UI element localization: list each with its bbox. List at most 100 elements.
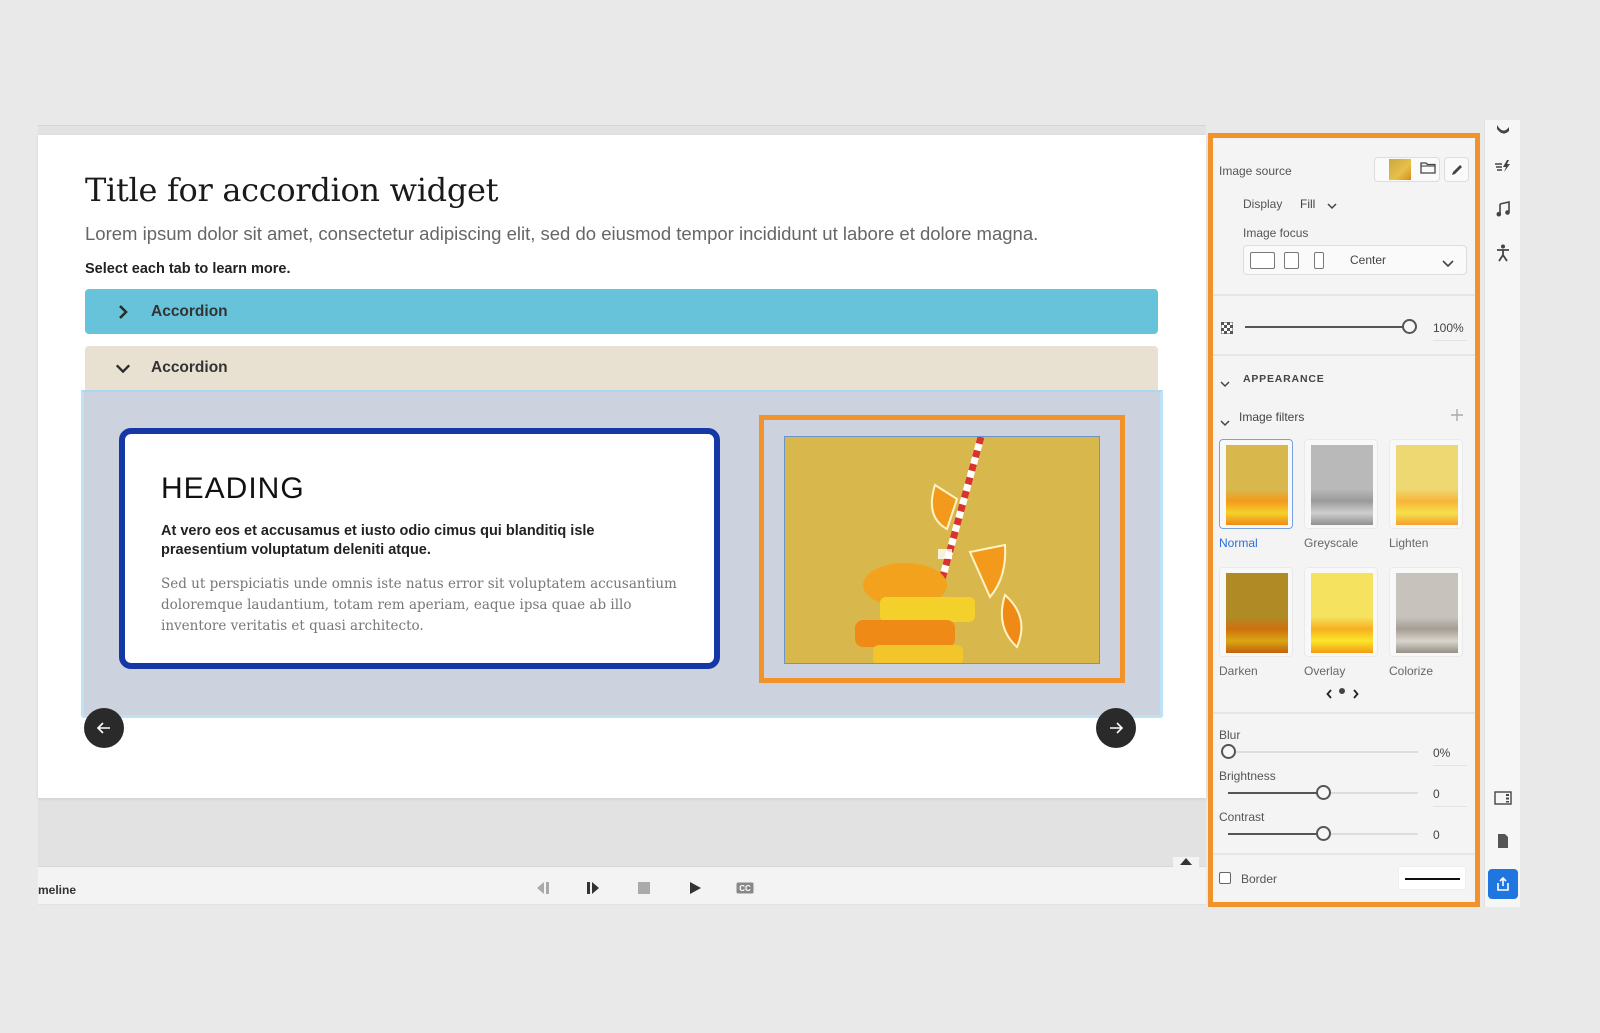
step-back-button[interactable] <box>534 880 552 896</box>
brightness-value[interactable]: 0 <box>1433 787 1440 801</box>
opacity-slider-thumb[interactable] <box>1401 319 1417 334</box>
display-label: Display <box>1243 197 1283 211</box>
filter-label: Lighten <box>1389 536 1429 550</box>
filter-darken[interactable] <box>1219 567 1293 657</box>
chevron-down-icon <box>115 360 131 376</box>
opacity-icon <box>1220 321 1234 339</box>
chevron-down-icon[interactable] <box>1220 375 1230 393</box>
timeline-bar: meline CC <box>38 857 1206 904</box>
document-icon[interactable] <box>1493 831 1513 851</box>
value-underline <box>1433 340 1467 341</box>
pencil-icon <box>1451 164 1462 175</box>
blur-value[interactable]: 0% <box>1433 746 1450 760</box>
step-back-icon <box>537 882 549 894</box>
chevron-down-icon[interactable] <box>1327 197 1337 215</box>
image-focus-dropdown[interactable]: Center <box>1243 245 1467 275</box>
timeline-label[interactable]: meline <box>38 883 76 897</box>
share-button[interactable] <box>1488 869 1518 899</box>
edit-image-button[interactable] <box>1444 157 1469 182</box>
filters-page-dot[interactable] <box>1339 688 1345 694</box>
slide-lead-text[interactable]: Lorem ipsum dolor sit amet, consectetur … <box>85 223 1038 245</box>
border-label: Border <box>1241 872 1278 886</box>
slide-properties-icon[interactable] <box>1493 788 1513 808</box>
focus-square-icon[interactable] <box>1284 252 1299 269</box>
filters-next-page-icon[interactable] <box>1352 686 1359 704</box>
focus-landscape-icon[interactable] <box>1250 252 1275 269</box>
appearance-section-header[interactable]: APPEARANCE <box>1243 373 1325 385</box>
add-filter-icon[interactable] <box>1451 408 1463 426</box>
image-source-thumbnail[interactable] <box>1389 159 1411 180</box>
image-properties-panel: Image source Display Fill Image focus Ce… <box>1208 133 1480 907</box>
slide: Title for accordion widget Lorem ipsum d… <box>38 135 1206 798</box>
card-subheading: At vero eos et accusamus et iusto odio c… <box>161 523 595 558</box>
audio-icon[interactable] <box>1493 199 1513 219</box>
accordion-tab-2[interactable]: Accordion <box>85 346 1158 390</box>
divider <box>1213 354 1475 356</box>
right-toolbar <box>1484 120 1520 907</box>
brightness-slider-fill <box>1228 792 1323 794</box>
prev-slide-button[interactable] <box>84 708 124 748</box>
filters-prev-page-icon[interactable] <box>1326 686 1333 704</box>
next-slide-button[interactable] <box>1096 708 1136 748</box>
filter-label: Normal <box>1219 536 1258 550</box>
filter-overlay[interactable] <box>1304 567 1378 657</box>
selected-image-highlight[interactable] <box>759 415 1125 683</box>
filter-label: Overlay <box>1304 664 1346 678</box>
closed-captions-icon: CC <box>736 882 754 894</box>
filter-label: Greyscale <box>1304 536 1359 550</box>
card-body: Sed ut perspiciatis unde omnis iste natu… <box>161 576 677 634</box>
border-style-picker[interactable] <box>1398 866 1466 890</box>
expand-timeline-button[interactable] <box>1173 857 1199 869</box>
chevron-right-icon <box>115 304 131 320</box>
stop-button[interactable] <box>635 880 653 896</box>
image-source-label: Image source <box>1219 164 1292 178</box>
content-card[interactable]: HEADING At vero eos et accusamus et iust… <box>119 428 720 669</box>
border-line-preview <box>1405 878 1460 880</box>
slide-title[interactable]: Title for accordion widget <box>85 171 499 209</box>
chevron-down-icon[interactable] <box>1220 414 1230 432</box>
effects-icon[interactable] <box>1493 156 1513 176</box>
opacity-value[interactable]: 100% <box>1433 321 1464 335</box>
contrast-slider-fill <box>1228 833 1323 835</box>
focus-portrait-icon[interactable] <box>1314 252 1324 269</box>
content-image[interactable] <box>784 436 1100 664</box>
slide-instruction[interactable]: Select each tab to learn more. <box>85 261 291 277</box>
filter-greyscale[interactable] <box>1304 439 1378 529</box>
stop-icon <box>638 882 650 894</box>
filter-label: Colorize <box>1389 664 1434 678</box>
closed-captions-button[interactable]: CC <box>736 880 754 896</box>
step-forward-icon <box>587 882 599 894</box>
blur-label: Blur <box>1219 728 1241 742</box>
value-underline <box>1433 765 1467 766</box>
filter-colorize[interactable] <box>1389 567 1463 657</box>
brightness-slider-thumb[interactable] <box>1315 785 1331 800</box>
brightness-label: Brightness <box>1219 769 1276 783</box>
folder-icon[interactable] <box>1420 161 1436 179</box>
play-button[interactable] <box>686 880 704 896</box>
blur-slider[interactable] <box>1228 751 1418 753</box>
accordion-tab-1[interactable]: Accordion <box>85 289 1158 334</box>
display-dropdown[interactable]: Fill <box>1300 197 1315 211</box>
opacity-slider-fill <box>1245 326 1409 328</box>
image-filters-label[interactable]: Image filters <box>1239 410 1304 424</box>
share-icon <box>1497 876 1509 891</box>
divider <box>1213 294 1475 296</box>
image-focus-value: Center <box>1350 253 1387 267</box>
border-checkbox[interactable] <box>1219 872 1231 884</box>
filter-normal[interactable] <box>1219 439 1293 529</box>
step-forward-button[interactable] <box>584 880 602 896</box>
contrast-slider-thumb[interactable] <box>1315 826 1331 841</box>
play-icon <box>690 882 701 894</box>
svg-text:CC: CC <box>739 884 751 893</box>
divider <box>1213 712 1475 714</box>
contrast-value[interactable]: 0 <box>1433 828 1440 842</box>
contrast-label: Contrast <box>1219 810 1265 824</box>
image-source-picker[interactable] <box>1374 157 1440 182</box>
arrow-left-icon <box>96 722 110 734</box>
hand-icon[interactable] <box>1493 120 1513 140</box>
filter-lighten[interactable] <box>1389 439 1463 529</box>
blur-slider-thumb[interactable] <box>1220 744 1236 759</box>
accessibility-icon[interactable] <box>1493 243 1513 263</box>
image-focus-label: Image focus <box>1243 226 1309 240</box>
chevron-down-icon <box>1442 255 1454 273</box>
